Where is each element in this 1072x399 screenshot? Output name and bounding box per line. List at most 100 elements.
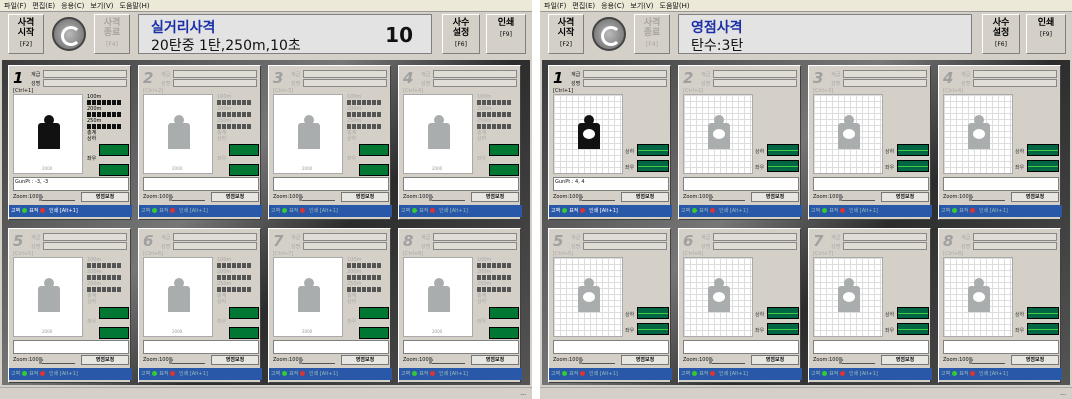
start-button[interactable]: 사격 시작 [F2] <box>548 14 584 54</box>
zero-adjust-button[interactable]: 영점보정 <box>1011 355 1059 365</box>
gunpoint-memo[interactable] <box>273 177 389 191</box>
menu-apply[interactable]: 응용(C) <box>61 0 84 11</box>
gunpoint-memo[interactable]: GunPt : -3, -3 <box>13 177 129 191</box>
refresh-icon[interactable] <box>52 17 86 51</box>
name-field[interactable] <box>843 242 927 250</box>
zoom-slider[interactable] <box>969 194 1005 201</box>
zoom-slider[interactable] <box>839 194 875 201</box>
zoom-slider[interactable] <box>429 194 465 201</box>
print-checkbox[interactable]: 인쇄 [Alt+1] <box>979 208 1008 214</box>
name-field[interactable] <box>973 242 1057 250</box>
zero-adjust-button[interactable]: 영점보정 <box>341 192 389 202</box>
print-checkbox[interactable]: 인쇄 [Alt+1] <box>439 371 468 377</box>
zoom-slider[interactable] <box>579 194 615 201</box>
name-field[interactable] <box>303 79 387 87</box>
name-field[interactable] <box>583 242 667 250</box>
menu-help[interactable]: 도움말(H) <box>660 0 690 11</box>
print-checkbox[interactable]: 인쇄 [Alt+1] <box>849 371 878 377</box>
name-field[interactable] <box>173 79 257 87</box>
name-field[interactable] <box>433 79 517 87</box>
zoom-slider[interactable] <box>39 357 75 364</box>
print-checkbox[interactable]: 인쇄 [Alt+1] <box>179 371 208 377</box>
rank-field[interactable] <box>843 233 927 241</box>
menu-edit[interactable]: 편집(E) <box>572 0 595 11</box>
gunpoint-memo[interactable] <box>403 177 519 191</box>
zoom-slider[interactable] <box>169 194 205 201</box>
zoom-slider[interactable] <box>839 357 875 364</box>
rank-field[interactable] <box>173 70 257 78</box>
zero-adjust-button[interactable]: 영점보정 <box>211 355 259 365</box>
name-field[interactable] <box>843 79 927 87</box>
gunpoint-memo[interactable] <box>943 177 1059 191</box>
zero-adjust-button[interactable]: 영점보정 <box>471 355 519 365</box>
print-checkbox[interactable]: 인쇄 [Alt+1] <box>979 371 1008 377</box>
zero-adjust-button[interactable]: 영점보정 <box>881 355 929 365</box>
zoom-slider[interactable] <box>299 357 335 364</box>
setup-button[interactable]: 사수 설정 [F6] <box>442 14 480 54</box>
zero-adjust-button[interactable]: 영점보정 <box>1011 192 1059 202</box>
print-checkbox[interactable]: 인쇄 [Alt+1] <box>49 208 78 214</box>
menu-help[interactable]: 도움말(H) <box>120 0 150 11</box>
menu-view[interactable]: 보기(V) <box>630 0 653 11</box>
rank-field[interactable] <box>173 233 257 241</box>
print-checkbox[interactable]: 인쇄 [Alt+1] <box>309 371 338 377</box>
rank-field[interactable] <box>973 70 1057 78</box>
print-checkbox[interactable]: 인쇄 [Alt+1] <box>179 208 208 214</box>
gunpoint-memo[interactable] <box>273 340 389 354</box>
rank-field[interactable] <box>583 70 667 78</box>
zero-adjust-button[interactable]: 영점보정 <box>341 355 389 365</box>
gunpoint-memo[interactable] <box>553 340 669 354</box>
gunpoint-memo[interactable] <box>143 177 259 191</box>
gunpoint-memo[interactable] <box>943 340 1059 354</box>
name-field[interactable] <box>713 79 797 87</box>
print-checkbox[interactable]: 인쇄 [Alt+1] <box>589 371 618 377</box>
gunpoint-memo[interactable] <box>813 177 929 191</box>
name-field[interactable] <box>43 242 127 250</box>
gunpoint-memo[interactable] <box>683 177 799 191</box>
zoom-slider[interactable] <box>299 194 335 201</box>
print-button[interactable]: 인쇄 [F9] <box>486 14 526 54</box>
print-checkbox[interactable]: 인쇄 [Alt+1] <box>719 371 748 377</box>
rank-field[interactable] <box>973 233 1057 241</box>
zoom-slider[interactable] <box>579 357 615 364</box>
print-button[interactable]: 인쇄 [F9] <box>1026 14 1066 54</box>
name-field[interactable] <box>713 242 797 250</box>
gunpoint-memo[interactable]: GunPt : 4, 4 <box>553 177 669 191</box>
rank-field[interactable] <box>433 233 517 241</box>
zero-adjust-button[interactable]: 영점보정 <box>621 355 669 365</box>
menu-view[interactable]: 보기(V) <box>90 0 113 11</box>
name-field[interactable] <box>173 242 257 250</box>
rank-field[interactable] <box>713 70 797 78</box>
name-field[interactable] <box>433 242 517 250</box>
rank-field[interactable] <box>43 233 127 241</box>
name-field[interactable] <box>973 79 1057 87</box>
refresh-icon[interactable] <box>592 17 626 51</box>
rank-field[interactable] <box>43 70 127 78</box>
zero-adjust-button[interactable]: 영점보정 <box>881 192 929 202</box>
zoom-slider[interactable] <box>169 357 205 364</box>
zero-adjust-button[interactable]: 영점보정 <box>211 192 259 202</box>
rank-field[interactable] <box>583 233 667 241</box>
zero-adjust-button[interactable]: 영점보정 <box>81 192 129 202</box>
zero-adjust-button[interactable]: 영점보정 <box>751 355 799 365</box>
rank-field[interactable] <box>303 233 387 241</box>
name-field[interactable] <box>303 242 387 250</box>
menu-edit[interactable]: 편집(E) <box>32 0 55 11</box>
zoom-slider[interactable] <box>709 357 745 364</box>
zoom-slider[interactable] <box>969 357 1005 364</box>
rank-field[interactable] <box>843 70 927 78</box>
rank-field[interactable] <box>433 70 517 78</box>
print-checkbox[interactable]: 인쇄 [Alt+1] <box>589 208 618 214</box>
name-field[interactable] <box>43 79 127 87</box>
zero-adjust-button[interactable]: 영점보정 <box>81 355 129 365</box>
zero-adjust-button[interactable]: 영점보정 <box>471 192 519 202</box>
end-button[interactable]: 사격 종료 [F4] <box>634 14 670 54</box>
gunpoint-memo[interactable] <box>13 340 129 354</box>
rank-field[interactable] <box>713 233 797 241</box>
zero-adjust-button[interactable]: 영점보정 <box>751 192 799 202</box>
gunpoint-memo[interactable] <box>403 340 519 354</box>
setup-button[interactable]: 사수 설정 [F6] <box>982 14 1020 54</box>
menu-apply[interactable]: 응용(C) <box>601 0 624 11</box>
start-button[interactable]: 사격 시작 [F2] <box>8 14 44 54</box>
print-checkbox[interactable]: 인쇄 [Alt+1] <box>309 208 338 214</box>
